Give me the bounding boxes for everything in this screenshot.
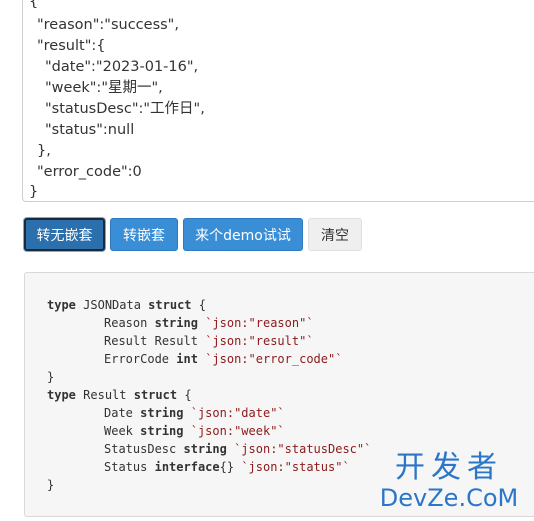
field-type: string (140, 406, 184, 420)
json-line: "week":"星期一", (45, 80, 163, 96)
code-line: Week string `json:"week"` (104, 422, 285, 440)
field-tag: `json:"week"` (190, 424, 285, 438)
code-line: Date string `json:"date"` (104, 404, 285, 422)
code-line: type Result struct { (47, 386, 192, 404)
json-input-area[interactable]: { "reason":"success", "result":{ "date":… (22, 0, 534, 202)
to-flat-button[interactable]: 转无嵌套 (24, 218, 105, 251)
clear-button[interactable]: 清空 (308, 218, 362, 251)
field-name: Result (104, 334, 148, 348)
json-line: } (29, 184, 39, 200)
json-line: "result":{ (37, 38, 106, 54)
code-line: StatusDesc string `json:"statusDesc"` (104, 440, 371, 458)
type-name: JSONData (83, 298, 141, 312)
code-line: ErrorCode int `json:"error_code"` (104, 350, 342, 368)
field-type: string (154, 316, 198, 330)
field-name: Date (104, 406, 133, 420)
field-tag: `json:"status"` (241, 460, 350, 474)
keyword: struct (133, 388, 178, 402)
brace: { (198, 298, 206, 312)
keyword: type (47, 388, 76, 402)
watermark-cn: 开发者 (395, 450, 503, 485)
field-name: Status (104, 460, 148, 474)
field-tag: `json:"date"` (190, 406, 285, 420)
code-line: } (47, 478, 55, 492)
keyword: struct (148, 298, 192, 312)
field-name: Week (104, 424, 133, 438)
code-line: Status interface{} `json:"status"` (104, 458, 350, 476)
brace: { (184, 388, 192, 402)
field-name: ErrorCode (104, 352, 170, 366)
json-line: "reason":"success", (37, 17, 179, 33)
field-type: string (183, 442, 227, 456)
code-line: Reason string `json:"reason"` (104, 314, 314, 332)
field-type-suffix: {} (219, 460, 235, 474)
field-name: Reason (104, 316, 148, 330)
code-line: type JSONData struct { (47, 296, 206, 314)
field-tag: `json:"error_code"` (205, 352, 343, 366)
json-line: "status":null (45, 122, 135, 138)
watermark-logo: 开发者 DevZe.CoM (374, 450, 524, 513)
json-line: "date":"2023-01-16", (45, 59, 199, 75)
to-nested-button[interactable]: 转嵌套 (110, 218, 178, 251)
field-type: string (140, 424, 184, 438)
type-name: Result (83, 388, 127, 402)
demo-button[interactable]: 来个demo试试 (183, 218, 303, 251)
field-type: int (176, 352, 198, 366)
field-tag: `json:"reason"` (205, 316, 314, 330)
field-type: Result (154, 334, 198, 348)
json-line: }, (37, 143, 51, 159)
code-line: } (47, 370, 55, 384)
field-type: interface (154, 460, 220, 474)
field-tag: `json:"result"` (205, 334, 314, 348)
json-line: "error_code":0 (37, 164, 142, 180)
code-line: Result Result `json:"result"` (104, 332, 314, 350)
json-line: "statusDesc":"工作日", (45, 101, 205, 117)
watermark-en: DevZe.CoM (379, 484, 519, 512)
field-tag: `json:"statusDesc"` (234, 442, 372, 456)
field-name: StatusDesc (104, 442, 177, 456)
json-line: { (29, 0, 39, 10)
keyword: type (47, 298, 76, 312)
